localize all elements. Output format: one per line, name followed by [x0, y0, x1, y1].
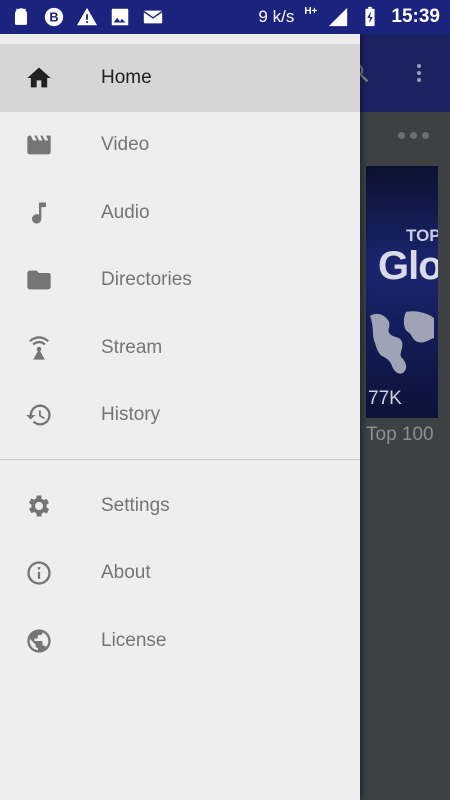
nav-item-audio[interactable]: Audio — [0, 179, 360, 247]
history-icon — [25, 401, 53, 429]
svg-text:B: B — [49, 10, 58, 25]
nav-item-license[interactable]: License — [0, 607, 360, 675]
b-app-icon: B — [43, 6, 65, 28]
music-note-icon — [25, 199, 53, 227]
movie-icon — [25, 131, 53, 159]
info-icon — [25, 559, 53, 587]
warning-icon — [76, 6, 98, 28]
clock: 15:39 — [391, 6, 440, 27]
status-bar: B 9 k/s H+ 15:39 — [0, 0, 450, 34]
nav-item-history[interactable]: History — [0, 382, 360, 450]
video-thumbnail[interactable]: TOP Glo 77K — [366, 166, 438, 418]
nav-item-label: Settings — [101, 494, 170, 516]
email-icon — [142, 6, 164, 28]
video-title[interactable]: Top 100 — [366, 424, 434, 446]
thumbnail-text-main: Glo — [378, 244, 438, 288]
card-overflow-icon[interactable] — [398, 128, 438, 142]
gear-icon — [25, 492, 53, 520]
nav-item-home[interactable]: Home — [0, 44, 360, 112]
thumbnail-text-top: TOP — [406, 226, 438, 245]
nav-item-label: Audio — [101, 201, 150, 223]
globe-icon — [25, 627, 53, 655]
nav-item-directories[interactable]: Directories — [0, 247, 360, 315]
android-icon — [10, 6, 32, 28]
nav-item-stream[interactable]: Stream — [0, 314, 360, 382]
nav-item-label: Directories — [101, 269, 192, 291]
nav-item-about[interactable]: About — [0, 540, 360, 608]
nav-item-label: History — [101, 404, 161, 426]
nav-item-label: Video — [101, 134, 150, 156]
drawer-header — [0, 34, 360, 44]
antenna-icon — [25, 334, 53, 362]
signal-icon — [327, 6, 349, 28]
network-type-icon: H+ — [304, 5, 318, 17]
nav-item-label: Home — [101, 66, 152, 88]
network-speed: 9 k/s — [258, 7, 295, 26]
nav-item-video[interactable]: Video — [0, 112, 360, 180]
nav-item-label: License — [101, 629, 167, 651]
nav-item-label: About — [101, 562, 151, 584]
nav-item-settings[interactable]: Settings — [0, 472, 360, 540]
menu-divider — [0, 459, 360, 460]
thumbnail-views: 77K — [368, 388, 402, 409]
world-map-graphic — [366, 306, 438, 396]
image-icon — [109, 6, 131, 28]
nav-item-label: Stream — [101, 336, 163, 358]
battery-charging-icon — [359, 6, 381, 28]
home-icon — [25, 64, 53, 92]
notification-icons: B — [10, 6, 164, 28]
folder-icon — [25, 266, 53, 294]
navigation-drawer: Home Video Audio Directories Stream Hist… — [0, 34, 360, 800]
more-vert-icon[interactable] — [407, 58, 431, 88]
